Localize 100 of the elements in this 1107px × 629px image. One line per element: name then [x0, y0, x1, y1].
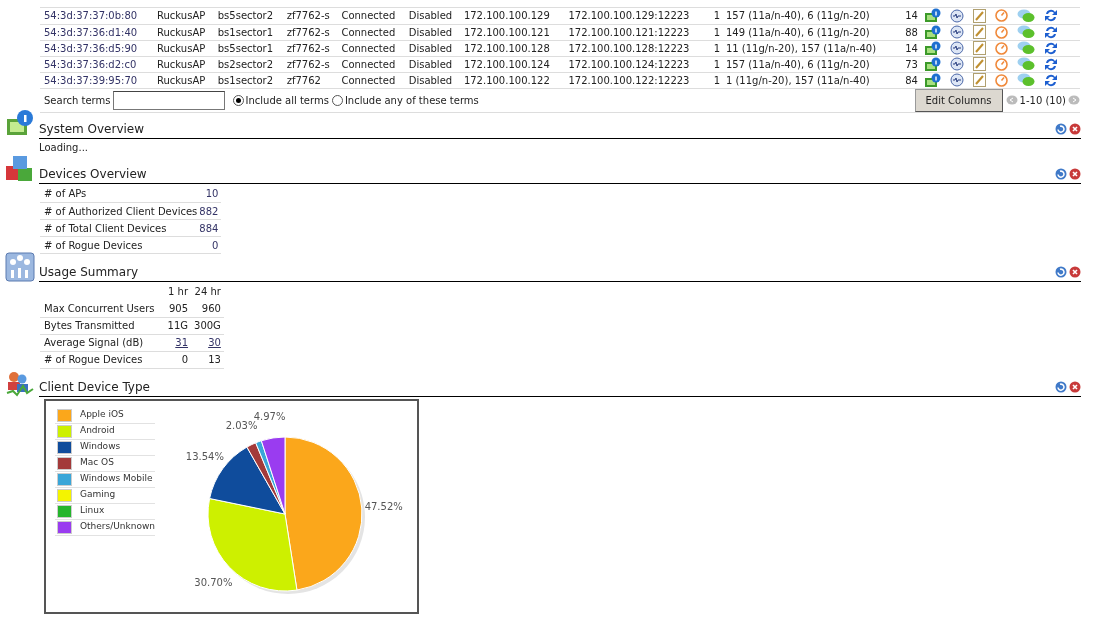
- refresh-icon[interactable]: [1055, 167, 1067, 180]
- usage-label: Max Concurrent Users: [40, 300, 165, 317]
- table-cell: Disabled: [404, 40, 460, 56]
- table-cell: Connected: [337, 72, 405, 88]
- table-cell: 149 (11a/n-40), 6 (11g/n-20): [721, 24, 902, 40]
- globe-icon[interactable]: [949, 41, 964, 55]
- monitor-info-icon[interactable]: [924, 24, 941, 40]
- table-cell: 172.100.100.121:12223: [564, 24, 710, 40]
- table-cell: bs2sector2: [213, 56, 283, 72]
- table-cell: 172.100.100.121: [459, 24, 565, 40]
- table-cell: 172.100.100.129:12223: [564, 8, 710, 24]
- pencil-icon[interactable]: [972, 73, 986, 87]
- table-cell: zf7762-s: [282, 24, 338, 40]
- monitor-info-icon[interactable]: [924, 40, 941, 56]
- signal-link[interactable]: 30: [208, 337, 221, 348]
- table-cell: 1: [709, 72, 722, 88]
- globe-icon[interactable]: [949, 8, 964, 23]
- refresh-arrows-icon[interactable]: [1043, 40, 1058, 56]
- close-icon[interactable]: [1069, 167, 1081, 180]
- table-cell: bs5sector1: [213, 40, 283, 56]
- column-header: 1 hr: [167, 285, 190, 299]
- slice-percent-label: 4.97%: [253, 410, 286, 422]
- radio-button[interactable]: [232, 94, 244, 106]
- table-cell: 84: [901, 72, 921, 88]
- widget-title: System Overview: [39, 120, 145, 138]
- gauge-icon[interactable]: [994, 9, 1008, 23]
- table-cell: 172.100.100.124:12223: [564, 56, 710, 72]
- stat-value: 884: [199, 219, 222, 237]
- table-cell: zf7762-s: [282, 56, 338, 72]
- refresh-icon[interactable]: [1055, 380, 1067, 393]
- stat-label: # of Rogue Devices: [40, 236, 200, 254]
- mac-address-link[interactable]: 54:3d:37:36:d5:90: [40, 40, 153, 56]
- legend-label: Linux: [80, 504, 105, 518]
- signal-link[interactable]: 31: [175, 337, 189, 348]
- table-cell: 172.100.100.129: [459, 8, 565, 24]
- table-cell: 11 (11g/n-20), 157 (11a/n-40): [721, 40, 902, 56]
- gauge-icon[interactable]: [994, 57, 1008, 71]
- stat-value: 10: [199, 185, 222, 203]
- table-cell: 172.100.100.124: [459, 56, 565, 72]
- globe-icon[interactable]: [949, 57, 964, 71]
- pencil-icon[interactable]: [972, 57, 986, 71]
- stat-value: 882: [199, 202, 222, 220]
- usage-value: 960: [191, 300, 224, 317]
- gauge-icon[interactable]: [994, 73, 1008, 87]
- table-cell: bs1sector1: [213, 24, 283, 40]
- legend-label: Windows Mobile: [80, 472, 153, 486]
- monitor-info-icon[interactable]: [924, 8, 941, 24]
- table-cell: Connected: [337, 40, 405, 56]
- mac-address-link[interactable]: 54:3d:37:39:95:70: [40, 72, 153, 88]
- monitor-info-icon[interactable]: [924, 72, 941, 88]
- stat-label: # of Total Client Devices: [40, 219, 200, 237]
- table-cell: Disabled: [404, 24, 460, 40]
- table-cell: 1 (11g/n-20), 157 (11a/n-40): [721, 72, 902, 88]
- mac-address-link[interactable]: 54:3d:37:37:0b:80: [40, 8, 153, 24]
- table-cell: 88: [901, 24, 921, 40]
- gauge-icon[interactable]: [994, 41, 1008, 55]
- legend-label: Gaming: [80, 488, 116, 502]
- table-cell: 73: [901, 56, 921, 72]
- table-cell: 172.100.100.122: [459, 72, 565, 88]
- pencil-icon[interactable]: [972, 8, 986, 23]
- close-icon[interactable]: [1069, 266, 1081, 278]
- table-cell: bs5sector2: [213, 8, 283, 24]
- radio-button[interactable]: [331, 94, 343, 106]
- refresh-arrows-icon[interactable]: [1043, 8, 1058, 24]
- edit-columns-button[interactable]: Edit Columns: [914, 88, 1003, 112]
- globe-icon[interactable]: [949, 25, 964, 39]
- table-cell: 1: [709, 56, 722, 72]
- mac-address-link[interactable]: 54:3d:37:36:d1:40: [40, 24, 153, 40]
- refresh-arrows-icon[interactable]: [1043, 24, 1058, 40]
- usage-chart-icon: [4, 252, 35, 282]
- widget-title: Usage Summary: [39, 264, 139, 281]
- widget-title: Devices Overview: [39, 165, 147, 183]
- monitor-info-icon[interactable]: [924, 56, 941, 72]
- table-cell: RuckusAP: [153, 8, 214, 24]
- pencil-icon[interactable]: [972, 25, 986, 39]
- table-cell: Disabled: [404, 56, 460, 72]
- gauge-icon[interactable]: [994, 25, 1008, 39]
- refresh-icon[interactable]: [1055, 122, 1067, 135]
- globe-icon[interactable]: [949, 73, 964, 87]
- refresh-arrows-icon[interactable]: [1043, 56, 1058, 72]
- legend-label: Mac OS: [80, 456, 114, 470]
- legend-label: Apple iOS: [80, 408, 124, 422]
- close-icon[interactable]: [1069, 122, 1081, 135]
- search-field[interactable]: [112, 90, 225, 110]
- table-cell: 157 (11a/n-40), 6 (11g/n-20): [721, 8, 902, 24]
- usage-value: 13: [191, 351, 224, 368]
- table-cell: 1: [709, 24, 722, 40]
- table-cell: 14: [901, 8, 921, 24]
- table-cell: Disabled: [404, 8, 460, 24]
- mac-address-link[interactable]: 54:3d:37:36:d2:c0: [40, 56, 153, 72]
- loading-text: Loading...: [39, 140, 89, 155]
- slice-percent-label: 2.03%: [225, 419, 258, 431]
- pencil-icon[interactable]: [972, 41, 986, 55]
- table-cell: Connected: [337, 8, 405, 24]
- refresh-arrows-icon[interactable]: [1043, 72, 1058, 88]
- table-cell: RuckusAP: [153, 56, 214, 72]
- table-cell: 1: [709, 40, 722, 56]
- close-icon[interactable]: [1069, 380, 1081, 393]
- table-cell: 14: [901, 40, 921, 56]
- refresh-icon[interactable]: [1055, 266, 1067, 278]
